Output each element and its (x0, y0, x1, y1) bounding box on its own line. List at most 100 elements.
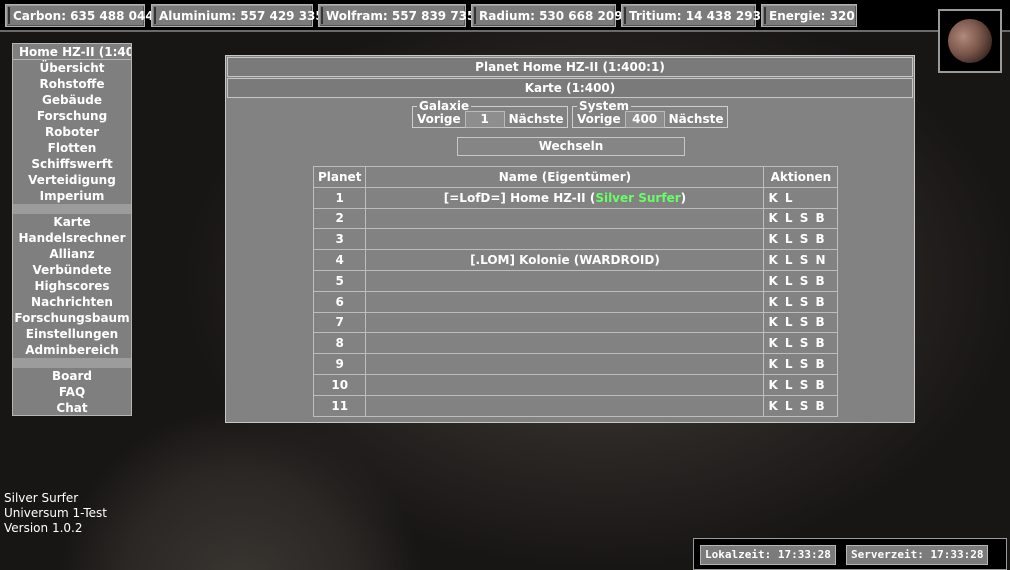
planet-position: 6 (312, 290, 367, 313)
planet-owner[interactable]: Silver Surfer (595, 191, 680, 205)
resource-bar: Carbon: 635 488 044 Aluminium: 557 429 3… (0, 0, 1010, 32)
page-title: Planet Home HZ-II (1:400:1) (227, 57, 913, 77)
radium-icon (474, 7, 476, 24)
system-navigator: System Vorige Nächste (572, 100, 729, 128)
sidebar-item-forschung[interactable]: Forschung (12, 108, 132, 124)
planet-actions[interactable]: K L S N (763, 249, 839, 271)
planet-position: 1 (312, 186, 367, 209)
sidebar-item-highscores[interactable]: Highscores (12, 278, 132, 294)
planet-name-cell[interactable]: [=LofD=] Home HZ-II (Silver Surfer) (365, 186, 765, 209)
sidebar-item-forschungsbaum[interactable]: Forschungsbaum (12, 310, 132, 326)
local-time: Lokalzeit: 17:33:28 (700, 545, 836, 565)
planet-table: Planet Name (Eigentümer) Aktionen 1 [=Lof… (312, 166, 839, 417)
resource-label: Carbon: 635 488 044 (13, 8, 154, 23)
sidebar-item-allianz[interactable]: Allianz (12, 246, 132, 262)
planet-position: 3 (312, 228, 367, 251)
resource-label: Tritium: 14 438 293 (629, 8, 761, 23)
planet-actions[interactable]: K L S B (763, 373, 839, 396)
galaxie-input[interactable] (464, 110, 505, 128)
table-row: 8 K L S B (312, 332, 839, 355)
planet-name-cell (365, 290, 765, 313)
planet-actions[interactable]: K L S B (763, 353, 839, 375)
table-row: 2 K L S B (312, 207, 839, 230)
table-row: 3 K L S B (312, 228, 839, 251)
planet-select[interactable]: Home HZ-II (1:400:1) ▼ (12, 43, 132, 60)
column-header-planet: Planet (312, 166, 367, 188)
sidebar-item-faq[interactable]: FAQ (12, 384, 132, 400)
planet-name-cell (365, 228, 765, 251)
version-label: Version 1.0.2 (4, 521, 83, 535)
aluminium-icon (154, 7, 156, 24)
planet-position: 5 (312, 269, 367, 292)
planet-name-cell (365, 269, 765, 292)
planet-actions[interactable]: K L S B (763, 269, 839, 292)
planet-actions[interactable]: K L S B (763, 394, 839, 417)
switch-button[interactable]: Wechseln (457, 137, 685, 156)
resource-carbon: Carbon: 635 488 044 (5, 4, 154, 27)
system-input[interactable] (624, 110, 665, 128)
table-header-row: Planet Name (Eigentümer) Aktionen (312, 166, 839, 188)
table-row: 6 K L S B (312, 290, 839, 313)
resource-label: Wolfram: 557 839 735 (326, 8, 476, 23)
planet-position: 2 (312, 207, 367, 230)
galaxie-prev-link[interactable]: Vorige (417, 112, 461, 126)
resource-label: Aluminium: 557 429 335 (159, 8, 324, 23)
sidebar-item-handelsrechner[interactable]: Handelsrechner (12, 230, 132, 246)
planet-select-value: Home HZ-II (1:400:1) (19, 44, 131, 59)
sidebar-item-board[interactable]: Board (12, 368, 132, 384)
sidebar-item-roboter[interactable]: Roboter (12, 124, 132, 140)
sidebar-item-einstellungen[interactable]: Einstellungen (12, 326, 132, 342)
resource-wolfram: Wolfram: 557 839 735 (318, 4, 475, 27)
sidebar-item-adminbereich[interactable]: Adminbereich (12, 342, 132, 358)
sidebar-divider (12, 204, 132, 214)
resource-tritium: Tritium: 14 438 293 (621, 4, 761, 27)
sidebar-item-uebersicht[interactable]: Übersicht (12, 60, 132, 76)
resource-energy: Energie: 320 (761, 4, 857, 27)
sidebar-item-schiffswerft[interactable]: Schiffswerft (12, 156, 132, 172)
table-row: 1 [=LofD=] Home HZ-II (Silver Surfer) K L (312, 186, 839, 209)
sidebar-item-flotten[interactable]: Flotten (12, 140, 132, 156)
planet-name: [=LofD=] Home HZ-II ( (443, 190, 596, 205)
column-header-name: Name (Eigentümer) (365, 166, 765, 188)
sidebar-item-rohstoffe[interactable]: Rohstoffe (12, 76, 132, 92)
planet-actions[interactable]: K L S B (763, 228, 839, 251)
user-info: Silver Surfer Universum 1-Test Version 1… (4, 491, 107, 536)
energy-icon (764, 7, 766, 24)
planet-position: 10 (312, 373, 367, 396)
sidebar-item-chat[interactable]: Chat (12, 400, 132, 416)
planet-position: 8 (312, 332, 367, 355)
planet-name-cell (365, 332, 765, 355)
table-row: 4 [.LOM] Kolonie (WARDROID) K L S N (312, 249, 839, 271)
sidebar-item-imperium[interactable]: Imperium (12, 188, 132, 204)
resource-label: Energie: 320 (769, 8, 855, 23)
galaxie-next-link[interactable]: Nächste (509, 112, 564, 126)
planet-position: 11 (312, 394, 367, 417)
table-row: 9 K L S B (312, 353, 839, 375)
system-next-link[interactable]: Nächste (669, 112, 724, 126)
sidebar-item-nachrichten[interactable]: Nachrichten (12, 294, 132, 310)
planet-image (948, 19, 992, 63)
planet-name-cell (365, 311, 765, 334)
universe-name: Universum 1-Test (4, 506, 107, 520)
planet-name-cell[interactable]: [.LOM] Kolonie (WARDROID) (365, 249, 765, 271)
resource-label: Radium: 530 668 209 (479, 8, 623, 23)
planet-actions[interactable]: K L S B (763, 290, 839, 313)
sidebar-divider (12, 358, 132, 368)
planet-actions[interactable]: K L S B (763, 332, 839, 355)
clock-bar: Lokalzeit: 17:33:28 Serverzeit: 17:33:28 (693, 538, 1007, 570)
planet-actions[interactable]: K L S B (763, 311, 839, 334)
sidebar-item-gebaeude[interactable]: Gebäude (12, 92, 132, 108)
planet-name: [.LOM] Kolonie (WARDROID) (470, 253, 660, 268)
planet-thumbnail[interactable] (938, 9, 1002, 73)
sidebar-item-verbuendete[interactable]: Verbündete (12, 262, 132, 278)
planet-actions[interactable]: K L (763, 186, 839, 209)
planet-actions[interactable]: K L S B (763, 207, 839, 230)
table-row: 5 K L S B (312, 269, 839, 292)
system-prev-link[interactable]: Vorige (577, 112, 621, 126)
sidebar-item-verteidigung[interactable]: Verteidigung (12, 172, 132, 188)
table-row: 7 K L S B (312, 311, 839, 334)
planet-name-cell (365, 373, 765, 396)
sidebar-item-karte[interactable]: Karte (12, 214, 132, 230)
wolfram-icon (321, 7, 323, 24)
planet-name-cell (365, 207, 765, 230)
